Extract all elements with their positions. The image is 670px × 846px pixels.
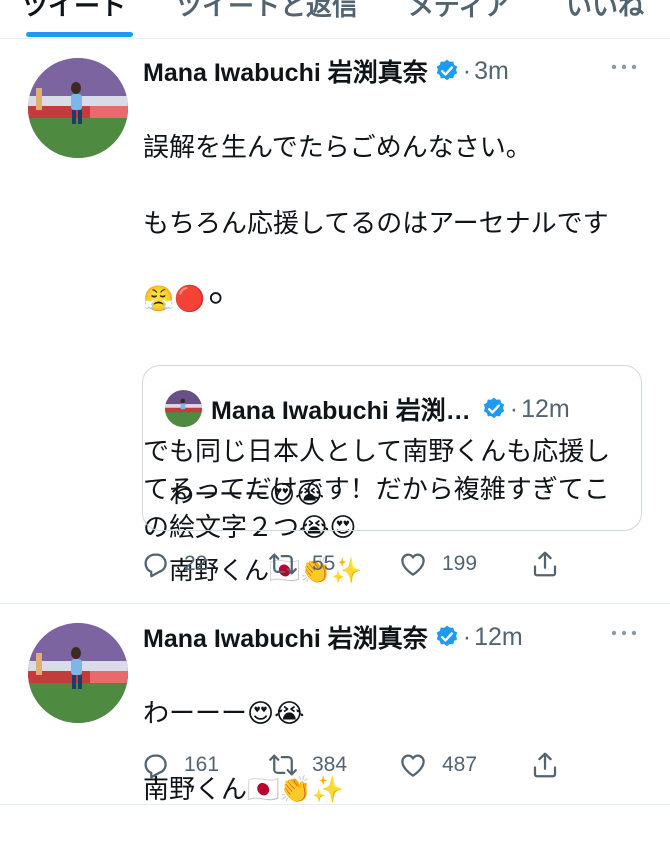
avatar[interactable] [28, 58, 128, 158]
quote-timestamp: 12m [521, 394, 570, 423]
tweet-text-line: 誤解を生んでたらごめんなさい。 [143, 132, 532, 162]
separator-dot: · [462, 622, 472, 651]
profile-tabs: ツイート ツイートと返信 メディア いいね [0, 0, 670, 39]
tweet-text-line: もちろん応援してるのはアーセナルです [143, 208, 609, 238]
retweet-button[interactable]: 55 [268, 544, 335, 584]
quote-author-name: Mana Iwabuchi 岩渕… [211, 397, 471, 425]
tweet-text-line: わーーー😍😭 [143, 698, 305, 728]
tweet-header: Mana Iwabuchi 岩渕真奈 · 3m [143, 53, 509, 89]
tweet-actions: 22 55 199 [140, 544, 580, 584]
retweet-button[interactable]: 384 [268, 745, 347, 785]
quote-avatar-photo [165, 390, 202, 427]
like-button[interactable]: 199 [398, 544, 477, 584]
like-icon [401, 553, 425, 576]
tab-media[interactable]: メディア [408, 0, 510, 23]
tweet-actions: 161 384 487 [140, 745, 580, 785]
reply-count: 22 [184, 552, 208, 575]
tweet[interactable]: Mana Iwabuchi 岩渕真奈 · 12m わーーー😍😭 南野くん🇯🇵👏✨… [0, 604, 670, 805]
quote-text: わーーー😍😭 南野くん🇯🇵👏✨ [169, 438, 362, 628]
retweet-count: 55 [312, 552, 336, 575]
retweet-count: 384 [312, 753, 348, 776]
tweet-emoji-line: 😤🔴⚪ [143, 285, 227, 313]
share-button[interactable] [530, 745, 560, 785]
timestamp[interactable]: 3m [474, 57, 509, 86]
avatar-photo [28, 623, 128, 723]
quote-avatar [165, 390, 202, 427]
avatar-photo [28, 58, 128, 158]
more-icon[interactable] [610, 62, 638, 72]
reply-button[interactable]: 22 [140, 544, 207, 584]
tab-likes[interactable]: いいね [566, 0, 644, 23]
separator-dot: · [509, 394, 519, 423]
share-icon [533, 551, 557, 577]
reply-icon [144, 754, 167, 779]
author-name[interactable]: Mana Iwabuchi 岩渕真奈 [143, 53, 428, 89]
tweet-header: Mana Iwabuchi 岩渕真奈 · 12m [143, 619, 523, 655]
active-tab-indicator [26, 32, 133, 37]
like-count: 199 [442, 552, 478, 575]
quoted-tweet[interactable]: Mana Iwabuchi 岩渕… · 12m わーーー😍😭 南野くん🇯🇵👏✨ [142, 365, 642, 585]
verified-badge-icon [436, 625, 457, 647]
reply-button[interactable]: 161 [140, 745, 219, 785]
retweet-icon [269, 754, 297, 776]
retweet-icon [269, 553, 297, 575]
quote-header: Mana Iwabuchi 岩渕… · 12m [211, 391, 631, 427]
like-button[interactable]: 487 [398, 745, 477, 785]
share-icon [533, 752, 557, 778]
quote-text-line: わーーー😍😭 [169, 481, 325, 509]
share-button[interactable] [530, 544, 560, 584]
timestamp[interactable]: 12m [474, 623, 523, 652]
reply-icon [144, 553, 167, 578]
separator-dot: · [462, 56, 472, 85]
tweet[interactable]: Mana Iwabuchi 岩渕真奈 · 3m 誤解を生んでたらごめんなさい。 … [0, 38, 670, 604]
like-count: 487 [442, 753, 478, 776]
tab-tweets-and-replies[interactable]: ツイートと返信 [176, 0, 358, 23]
like-icon [401, 754, 425, 777]
avatar[interactable] [28, 623, 128, 723]
reply-count: 161 [184, 753, 220, 776]
verified-badge-icon [436, 59, 457, 81]
tab-tweets[interactable]: ツイート [22, 0, 126, 23]
author-name[interactable]: Mana Iwabuchi 岩渕真奈 [143, 619, 428, 655]
verified-badge-icon [483, 397, 504, 419]
more-icon[interactable] [610, 628, 638, 638]
